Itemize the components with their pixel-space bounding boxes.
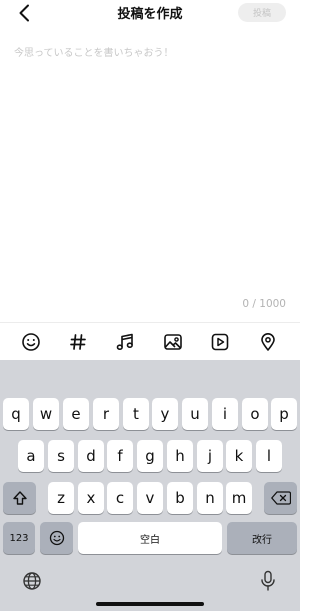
emoji-icon: [22, 333, 40, 351]
chevron-left-icon: [19, 4, 29, 22]
key-o[interactable]: o: [242, 398, 268, 430]
hashtag-icon: [70, 334, 86, 350]
compose-toolbar: [0, 322, 300, 360]
backspace-key[interactable]: [264, 482, 297, 514]
key-u[interactable]: u: [182, 398, 208, 430]
location-icon: [261, 333, 275, 351]
post-button[interactable]: 投稿: [238, 3, 286, 22]
emoji-key[interactable]: [40, 522, 73, 554]
shift-arrow-icon: [12, 491, 27, 505]
video-button[interactable]: [209, 331, 231, 353]
globe-icon: [23, 572, 41, 590]
location-button[interactable]: [257, 331, 279, 353]
emoji-button[interactable]: [20, 331, 42, 353]
post-text-input[interactable]: [14, 44, 286, 294]
music-icon: [116, 333, 133, 350]
key-s[interactable]: s: [48, 440, 74, 472]
key-p[interactable]: p: [271, 398, 297, 430]
key-m[interactable]: m: [226, 482, 252, 514]
backspace-icon: [270, 491, 291, 505]
microphone-icon: [261, 570, 275, 591]
key-f[interactable]: f: [107, 440, 133, 472]
key-d[interactable]: d: [78, 440, 104, 472]
music-button[interactable]: [114, 331, 136, 353]
key-j[interactable]: j: [197, 440, 223, 472]
back-button[interactable]: [14, 2, 34, 24]
image-icon: [164, 334, 182, 350]
key-v[interactable]: v: [137, 482, 163, 514]
key-l[interactable]: l: [256, 440, 282, 472]
shift-key[interactable]: [3, 482, 36, 514]
key-a[interactable]: a: [18, 440, 44, 472]
key-z[interactable]: z: [48, 482, 74, 514]
key-t[interactable]: t: [123, 398, 149, 430]
keyboard: q w e r t y u i o p a s d f g h j k l z …: [0, 360, 300, 611]
space-key[interactable]: 空白: [78, 522, 222, 554]
key-c[interactable]: c: [107, 482, 133, 514]
header-bar: 投稿を作成 投稿: [0, 0, 300, 26]
globe-button[interactable]: [21, 570, 43, 592]
emoji-icon: [49, 530, 64, 546]
key-n[interactable]: n: [197, 482, 223, 514]
video-icon: [211, 333, 229, 351]
key-r[interactable]: r: [93, 398, 119, 430]
key-b[interactable]: b: [167, 482, 193, 514]
key-e[interactable]: e: [63, 398, 89, 430]
key-x[interactable]: x: [78, 482, 104, 514]
key-h[interactable]: h: [167, 440, 193, 472]
key-w[interactable]: w: [33, 398, 59, 430]
return-key[interactable]: 改行: [227, 522, 297, 554]
image-button[interactable]: [162, 331, 184, 353]
key-y[interactable]: y: [152, 398, 178, 430]
character-count: 0 / 1000: [242, 298, 286, 310]
key-i[interactable]: i: [212, 398, 238, 430]
dictation-button[interactable]: [257, 570, 279, 592]
home-indicator: [96, 602, 204, 606]
key-k[interactable]: k: [226, 440, 252, 472]
numbers-key[interactable]: 123: [3, 522, 35, 554]
hashtag-button[interactable]: [67, 331, 89, 353]
key-g[interactable]: g: [137, 440, 163, 472]
key-q[interactable]: q: [3, 398, 29, 430]
